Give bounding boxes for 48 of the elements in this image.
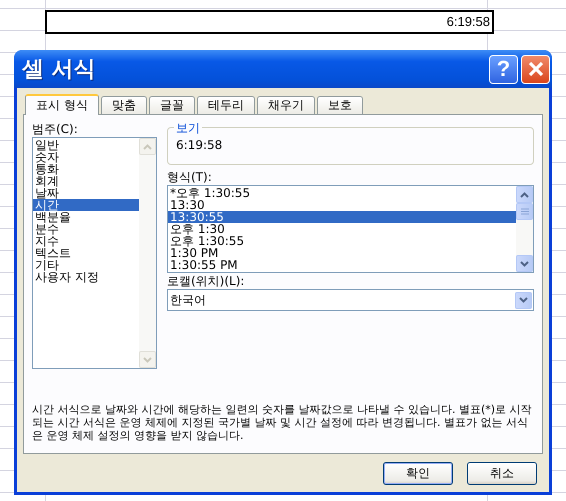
tab[interactable]: 맞춤 bbox=[100, 96, 147, 114]
tab[interactable]: 채우기 bbox=[256, 96, 315, 114]
list-item[interactable]: 시간 bbox=[33, 199, 139, 211]
scrollbar[interactable] bbox=[516, 186, 533, 272]
scroll-down-button[interactable] bbox=[516, 255, 533, 272]
close-icon bbox=[528, 61, 544, 77]
tab[interactable]: 글꼴 bbox=[148, 96, 195, 114]
list-item[interactable]: *오후 1:30:55 bbox=[168, 187, 516, 199]
list-item[interactable]: 오후 1:30 bbox=[168, 223, 516, 235]
close-button[interactable] bbox=[521, 54, 550, 84]
locale-dropdown[interactable]: 한국어 bbox=[167, 289, 534, 311]
list-item[interactable]: 오후 1:30:55 bbox=[168, 235, 516, 247]
chevron-down-icon bbox=[143, 356, 152, 362]
list-item[interactable]: 1:30 PM bbox=[168, 247, 516, 259]
ok-button[interactable]: 확인 bbox=[383, 462, 453, 485]
scroll-up-button[interactable] bbox=[516, 186, 533, 203]
list-item[interactable]: 13:30 bbox=[168, 199, 516, 211]
selected-cell[interactable]: 6:19:58 bbox=[45, 10, 494, 34]
list-item[interactable]: 일반 bbox=[33, 139, 139, 151]
description-text: 시간 서식으로 날짜와 시간에 해당하는 일련의 숫자를 날짜값으로 나타낼 수 있습니다. 별표(*)로 시작되는 시간 서식은 운영 체제에 지정된 국가별 날짜 및 시간 설정에 따라 변경됩니다. 별표가 없는 서식은 운영 체제 설정의 영향을 받지 않습니다. bbox=[32, 403, 532, 442]
list-item[interactable]: 1:30:55 PM bbox=[168, 259, 516, 271]
list-item[interactable]: 지수 bbox=[33, 235, 139, 247]
cancel-button[interactable]: 취소 bbox=[467, 462, 537, 485]
list-item[interactable]: 백분율 bbox=[33, 211, 139, 223]
tab[interactable]: 보호 bbox=[316, 96, 363, 114]
category-label: 범주(C): bbox=[32, 121, 79, 137]
grip-icon bbox=[520, 208, 528, 215]
chevron-up-icon bbox=[143, 144, 152, 150]
list-item[interactable]: 13:30:55 bbox=[168, 211, 516, 223]
chevron-down-icon bbox=[519, 297, 528, 303]
preview-value: 6:19:58 bbox=[176, 138, 224, 152]
scroll-thumb[interactable] bbox=[516, 203, 533, 220]
list-item[interactable]: 통화 bbox=[33, 163, 139, 175]
list-item[interactable]: 숫자 bbox=[33, 151, 139, 163]
tab[interactable]: 테두리 bbox=[196, 96, 255, 114]
preview-label: 보기 bbox=[174, 120, 202, 137]
tab[interactable]: 표시 형식 bbox=[25, 94, 99, 115]
list-item[interactable]: 텍스트 bbox=[33, 247, 139, 259]
list-item[interactable]: 기타 bbox=[33, 259, 139, 271]
format-label: 형식(T): bbox=[167, 169, 213, 185]
window-title: 셀 서식 bbox=[22, 56, 97, 84]
chevron-down-icon bbox=[520, 260, 529, 266]
list-item[interactable]: 사용자 지정 bbox=[33, 271, 139, 283]
list-item[interactable]: 회계 bbox=[33, 175, 139, 187]
locale-label: 로캘(위치)(L): bbox=[167, 273, 246, 289]
list-item[interactable]: 날짜 bbox=[33, 187, 139, 199]
chevron-up-icon bbox=[520, 192, 529, 198]
list-item[interactable]: 분수 bbox=[33, 223, 139, 235]
